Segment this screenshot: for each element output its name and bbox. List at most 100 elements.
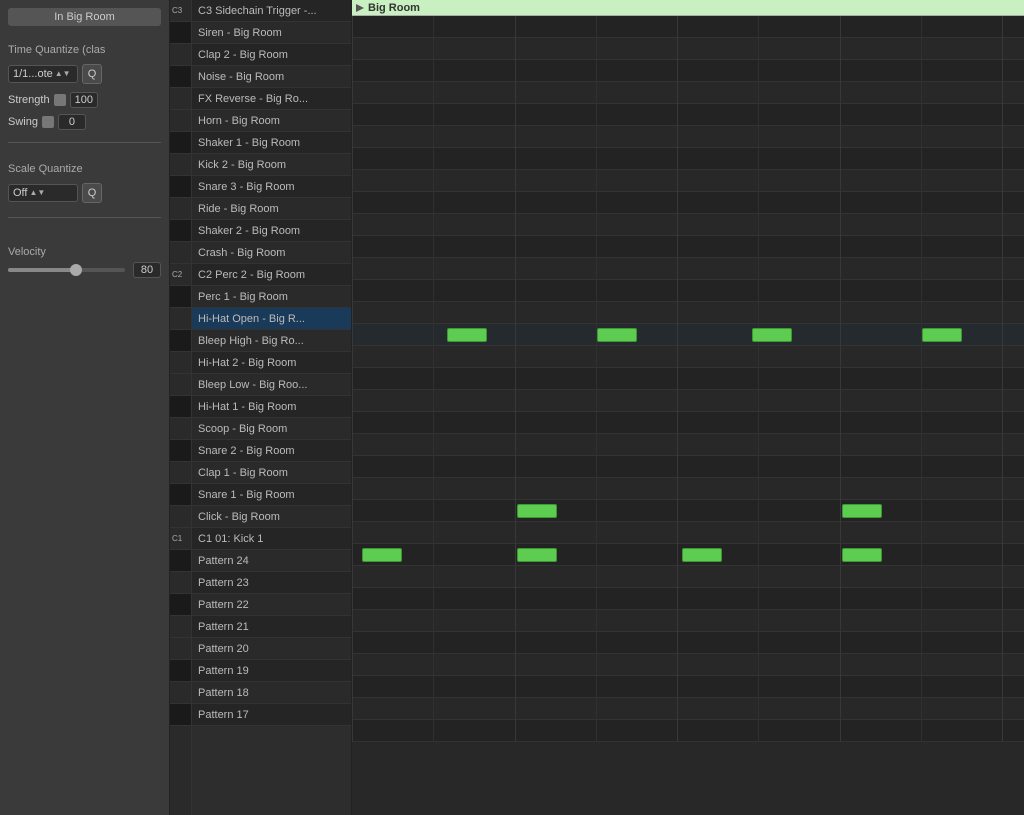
piano-key-18[interactable]	[170, 396, 191, 418]
grid-row-11[interactable]	[352, 258, 1024, 280]
piano-key-8[interactable]	[170, 176, 191, 198]
piano-key-17[interactable]	[170, 374, 191, 396]
piano-key-1[interactable]	[170, 22, 191, 44]
track-name-1[interactable]: Siren - Big Room	[192, 22, 351, 44]
track-name-2[interactable]: Clap 2 - Big Room	[192, 44, 351, 66]
grid-row-20[interactable]	[352, 456, 1024, 478]
track-name-14[interactable]: Hi-Hat Open - Big R...	[192, 308, 351, 330]
track-name-3[interactable]: Noise - Big Room	[192, 66, 351, 88]
note-block-24-2[interactable]	[682, 548, 722, 562]
grid-row-4[interactable]	[352, 104, 1024, 126]
piano-key-31[interactable]	[170, 682, 191, 704]
note-block-22-0[interactable]	[517, 504, 557, 518]
grid-row-28[interactable]	[352, 632, 1024, 654]
note-block-14-2[interactable]	[752, 328, 792, 342]
strength-slider[interactable]	[54, 94, 66, 106]
grid-row-23[interactable]	[352, 522, 1024, 544]
piano-key-21[interactable]	[170, 462, 191, 484]
track-name-4[interactable]: FX Reverse - Big Ro...	[192, 88, 351, 110]
piano-key-3[interactable]	[170, 66, 191, 88]
piano-key-19[interactable]	[170, 418, 191, 440]
grid-row-3[interactable]	[352, 82, 1024, 104]
piano-key-27[interactable]	[170, 594, 191, 616]
grid-row-32[interactable]	[352, 720, 1024, 742]
track-name-13[interactable]: Perc 1 - Big Room	[192, 286, 351, 308]
track-name-26[interactable]: Pattern 23	[192, 572, 351, 594]
scale-quantize-dropdown[interactable]: Off ▲▼	[8, 184, 78, 202]
grid-row-9[interactable]	[352, 214, 1024, 236]
track-name-5[interactable]: Horn - Big Room	[192, 110, 351, 132]
track-name-20[interactable]: Snare 2 - Big Room	[192, 440, 351, 462]
piano-key-23[interactable]	[170, 506, 191, 528]
piano-key-0[interactable]: C3	[170, 0, 191, 22]
grid-row-15[interactable]	[352, 346, 1024, 368]
grid-row-10[interactable]	[352, 236, 1024, 258]
time-quantize-dropdown[interactable]: 1/1...ote ▲▼	[8, 65, 78, 83]
grid-row-24[interactable]	[352, 544, 1024, 566]
velocity-slider-track[interactable]	[8, 268, 125, 272]
track-name-22[interactable]: Snare 1 - Big Room	[192, 484, 351, 506]
piano-key-9[interactable]	[170, 198, 191, 220]
grid-row-22[interactable]	[352, 500, 1024, 522]
grid-row-29[interactable]	[352, 654, 1024, 676]
grid-row-6[interactable]	[352, 148, 1024, 170]
grid-row-0[interactable]	[352, 16, 1024, 38]
grid-row-27[interactable]	[352, 610, 1024, 632]
track-name-25[interactable]: Pattern 24	[192, 550, 351, 572]
time-quantize-q-button[interactable]: Q	[82, 64, 102, 84]
track-name-29[interactable]: Pattern 20	[192, 638, 351, 660]
piano-key-7[interactable]	[170, 154, 191, 176]
track-name-28[interactable]: Pattern 21	[192, 616, 351, 638]
track-name-31[interactable]: Pattern 18	[192, 682, 351, 704]
piano-key-14[interactable]	[170, 308, 191, 330]
piano-key-28[interactable]	[170, 616, 191, 638]
track-name-32[interactable]: Pattern 17	[192, 704, 351, 726]
piano-key-30[interactable]	[170, 660, 191, 682]
piano-key-2[interactable]	[170, 44, 191, 66]
note-block-14-3[interactable]	[922, 328, 962, 342]
note-block-24-1[interactable]	[517, 548, 557, 562]
piano-key-22[interactable]	[170, 484, 191, 506]
track-name-8[interactable]: Snare 3 - Big Room	[192, 176, 351, 198]
track-name-15[interactable]: Bleep High - Big Ro...	[192, 330, 351, 352]
grid-row-16[interactable]	[352, 368, 1024, 390]
grid-row-19[interactable]	[352, 434, 1024, 456]
piano-key-11[interactable]	[170, 242, 191, 264]
grid-row-5[interactable]	[352, 126, 1024, 148]
track-name-7[interactable]: Kick 2 - Big Room	[192, 154, 351, 176]
swing-slider[interactable]	[42, 116, 54, 128]
grid-row-30[interactable]	[352, 676, 1024, 698]
piano-key-20[interactable]	[170, 440, 191, 462]
track-name-19[interactable]: Scoop - Big Room	[192, 418, 351, 440]
scale-quantize-q-button[interactable]: Q	[82, 183, 102, 203]
piano-key-10[interactable]	[170, 220, 191, 242]
piano-key-5[interactable]	[170, 110, 191, 132]
track-name-9[interactable]: Ride - Big Room	[192, 198, 351, 220]
grid-row-21[interactable]	[352, 478, 1024, 500]
grid-row-12[interactable]	[352, 280, 1024, 302]
track-name-21[interactable]: Clap 1 - Big Room	[192, 462, 351, 484]
piano-key-24[interactable]: C1	[170, 528, 191, 550]
track-name-12[interactable]: C2 Perc 2 - Big Room	[192, 264, 351, 286]
track-name-24[interactable]: C1 01: Kick 1	[192, 528, 351, 550]
grid-row-7[interactable]	[352, 170, 1024, 192]
note-block-22-1[interactable]	[842, 504, 882, 518]
note-block-24-3[interactable]	[842, 548, 882, 562]
grid-row-31[interactable]	[352, 698, 1024, 720]
piano-key-16[interactable]	[170, 352, 191, 374]
track-name-23[interactable]: Click - Big Room	[192, 506, 351, 528]
piano-key-25[interactable]	[170, 550, 191, 572]
track-name-10[interactable]: Shaker 2 - Big Room	[192, 220, 351, 242]
track-name-11[interactable]: Crash - Big Room	[192, 242, 351, 264]
grid-row-8[interactable]	[352, 192, 1024, 214]
piano-key-6[interactable]	[170, 132, 191, 154]
track-name-18[interactable]: Hi-Hat 1 - Big Room	[192, 396, 351, 418]
grid-row-1[interactable]	[352, 38, 1024, 60]
track-name-6[interactable]: Shaker 1 - Big Room	[192, 132, 351, 154]
piano-key-4[interactable]	[170, 88, 191, 110]
grid-row-13[interactable]	[352, 302, 1024, 324]
piano-key-29[interactable]	[170, 638, 191, 660]
piano-key-12[interactable]: C2	[170, 264, 191, 286]
track-name-0[interactable]: C3 Sidechain Trigger -...	[192, 0, 351, 22]
velocity-slider-thumb[interactable]	[70, 264, 82, 276]
